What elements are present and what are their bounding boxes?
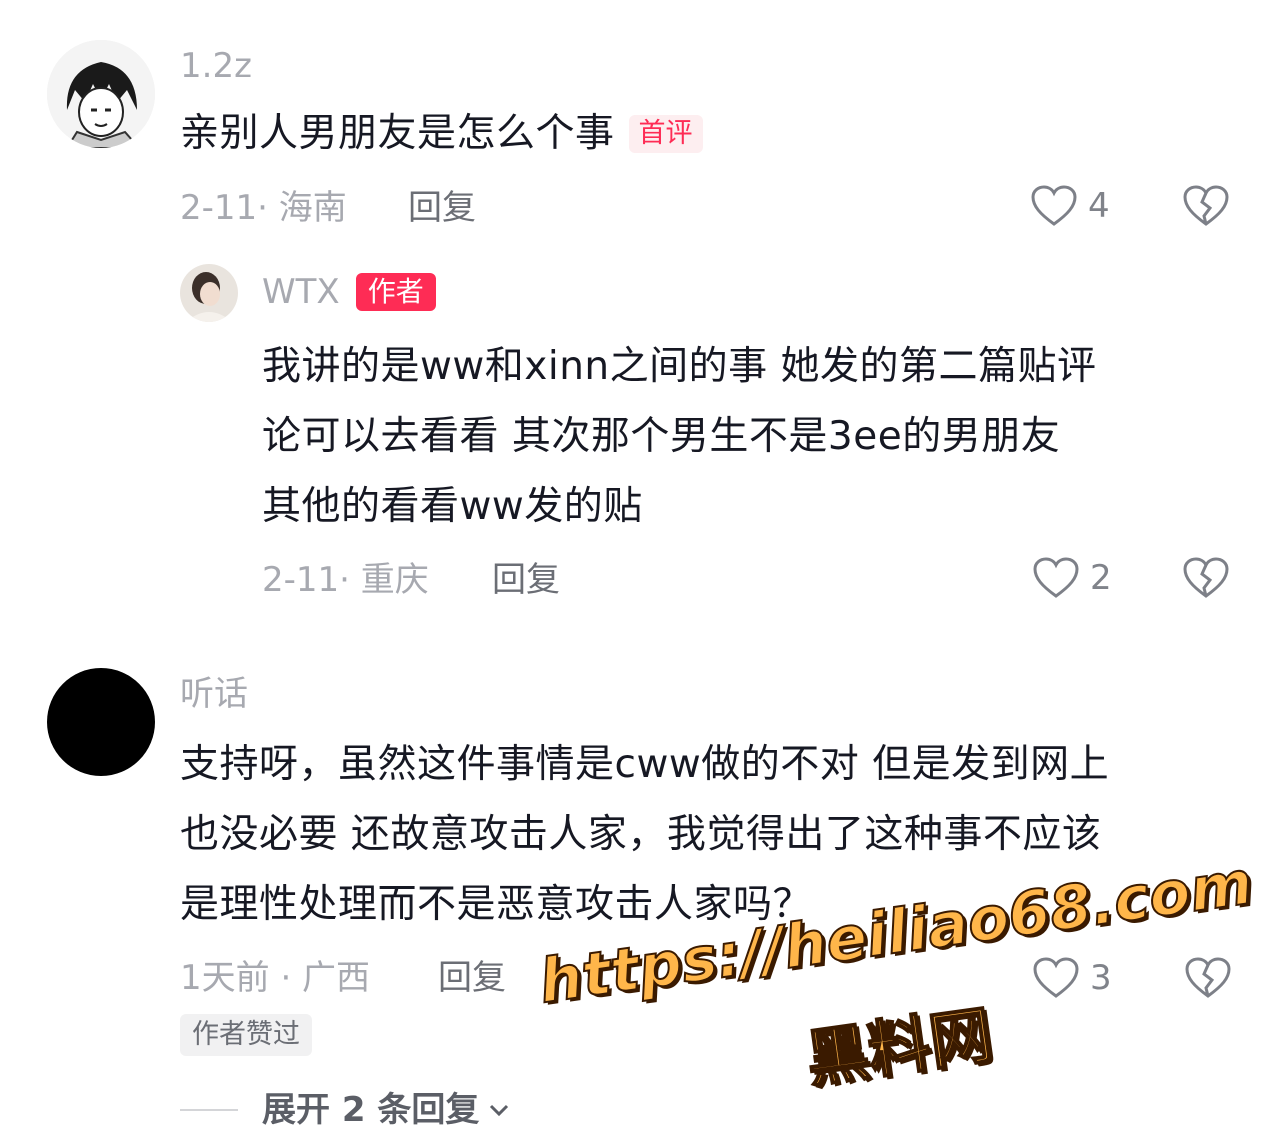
dislike-button[interactable] (1182, 556, 1230, 604)
comment-username[interactable]: 听话 (180, 674, 248, 714)
reply-button[interactable]: 回复 (408, 188, 476, 228)
comment-username[interactable]: 1.2z (180, 46, 252, 86)
broken-heart-icon (1185, 957, 1231, 998)
reply-button[interactable]: 回复 (438, 958, 506, 998)
comment-meta: 2-11· 海南 (180, 188, 347, 228)
dislike-button[interactable] (1182, 184, 1230, 232)
heart-icon (1031, 185, 1077, 226)
like-button[interactable]: 3 (1032, 956, 1112, 1000)
heart-icon (1033, 957, 1079, 998)
reply-header: WTX 作者 (262, 272, 436, 312)
author-badge: 作者 (355, 273, 436, 311)
comment-text-line: 也没必要 还故意攻击人家，我觉得出了这种事不应该 (180, 812, 1102, 857)
broken-heart-icon (1183, 557, 1229, 598)
broken-heart-icon (1183, 185, 1229, 226)
chevron-down-icon (490, 1104, 509, 1117)
reply-meta: 2-11· 重庆 (262, 560, 429, 600)
first-comment-badge: 首评 (628, 115, 703, 153)
manga-avatar-icon (47, 40, 155, 148)
avatar[interactable] (47, 40, 155, 148)
reply-username[interactable]: WTX (262, 272, 340, 312)
comment-text-line: 支持呀，虽然这件事情是cww做的不对 但是发到网上 (180, 742, 1110, 787)
author-liked-badge: 作者赞过 (180, 1014, 312, 1056)
like-count: 4 (1088, 186, 1110, 226)
reply-text-line: 其他的看看ww发的贴 (262, 484, 643, 529)
reply-text-line: 我讲的是ww和xinn之间的事 她发的第二篇贴评 (262, 344, 1097, 389)
photo-avatar-icon (180, 264, 238, 322)
expand-divider (180, 1109, 238, 1111)
comment-text: 亲别人男朋友是怎么个事 (180, 111, 615, 156)
comment-text-row: 亲别人男朋友是怎么个事 首评 (180, 104, 703, 164)
reply-button[interactable]: 回复 (492, 560, 560, 600)
comment-meta: 1天前 · 广西 (180, 958, 371, 998)
dislike-button[interactable] (1184, 956, 1232, 1004)
like-count: 3 (1090, 958, 1112, 998)
expand-replies-label[interactable]: 展开 2 条回复 (262, 1090, 479, 1130)
like-button[interactable]: 2 (1032, 556, 1112, 600)
reply-text: 我讲的是ww和xinn之间的事 她发的第二篇贴评 论可以去看看 其次那个男生不是… (262, 332, 1252, 542)
reply-text-line: 论可以去看看 其次那个男生不是3ee的男朋友 (262, 414, 1061, 459)
like-button[interactable]: 4 (1030, 184, 1110, 228)
like-count: 2 (1090, 558, 1112, 598)
avatar[interactable] (47, 668, 155, 776)
expand-replies[interactable]: 展开 2 条回复 (180, 1090, 513, 1130)
heart-icon (1033, 557, 1079, 598)
watermark-name: 黑料网 (801, 997, 997, 1097)
reply-avatar[interactable] (180, 264, 238, 322)
